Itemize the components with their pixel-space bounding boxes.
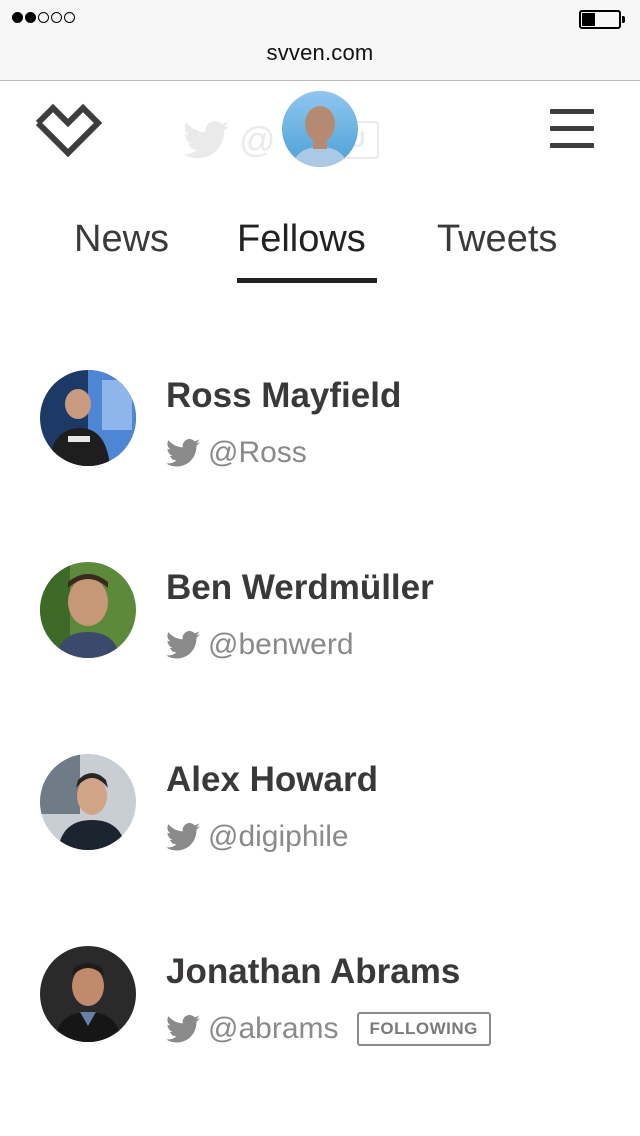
twitter-bird-icon: [166, 631, 200, 659]
active-tab-indicator: [237, 278, 377, 283]
address-bar-url[interactable]: svven.com: [0, 40, 640, 66]
my-avatar[interactable]: [282, 91, 358, 167]
hamburger-menu-icon[interactable]: [550, 109, 594, 149]
twitter-handle[interactable]: @abrams: [208, 1012, 339, 1046]
list-item[interactable]: Ben Werdmüller @benwerd: [0, 562, 640, 692]
twitter-bird-icon: [183, 121, 229, 159]
tab-bar: News Fellows Tweets: [0, 218, 640, 288]
avatar[interactable]: [40, 562, 136, 658]
list-item[interactable]: Ross Mayfield @Ross: [0, 370, 640, 500]
handle-row: @abrams FOLLOWING: [166, 1012, 491, 1046]
tab-tweets[interactable]: Tweets: [437, 218, 557, 261]
app-header: @ YOU: [0, 81, 640, 181]
fellow-name[interactable]: Alex Howard: [166, 760, 378, 800]
handle-row: @digiphile: [166, 820, 349, 854]
tab-fellows[interactable]: Fellows: [237, 218, 366, 261]
avatar[interactable]: [40, 946, 136, 1042]
fellow-name[interactable]: Ross Mayfield: [166, 376, 401, 416]
heart-chevron-logo-icon[interactable]: [34, 101, 102, 157]
browser-bar: svven.com: [0, 0, 640, 81]
handle-row: @Ross: [166, 436, 307, 470]
fellow-name[interactable]: Jonathan Abrams: [166, 952, 460, 992]
battery-icon: [579, 10, 625, 29]
fellow-name[interactable]: Ben Werdmüller: [166, 568, 434, 608]
avatar[interactable]: [40, 370, 136, 466]
tab-news[interactable]: News: [74, 218, 169, 261]
signal-strength-icon: [12, 12, 75, 23]
following-badge: FOLLOWING: [356, 1012, 491, 1046]
list-item[interactable]: Jonathan Abrams @abrams FOLLOWING: [0, 946, 640, 1076]
twitter-handle[interactable]: @Ross: [208, 436, 307, 470]
twitter-bird-icon: [166, 1015, 200, 1043]
list-item[interactable]: Alex Howard @digiphile: [0, 754, 640, 884]
twitter-bird-icon: [166, 439, 200, 467]
handle-row: @benwerd: [166, 628, 354, 662]
my-handle: @: [239, 119, 276, 160]
twitter-bird-icon: [166, 823, 200, 851]
twitter-handle[interactable]: @digiphile: [208, 820, 349, 854]
twitter-handle[interactable]: @benwerd: [208, 628, 354, 662]
avatar[interactable]: [40, 754, 136, 850]
